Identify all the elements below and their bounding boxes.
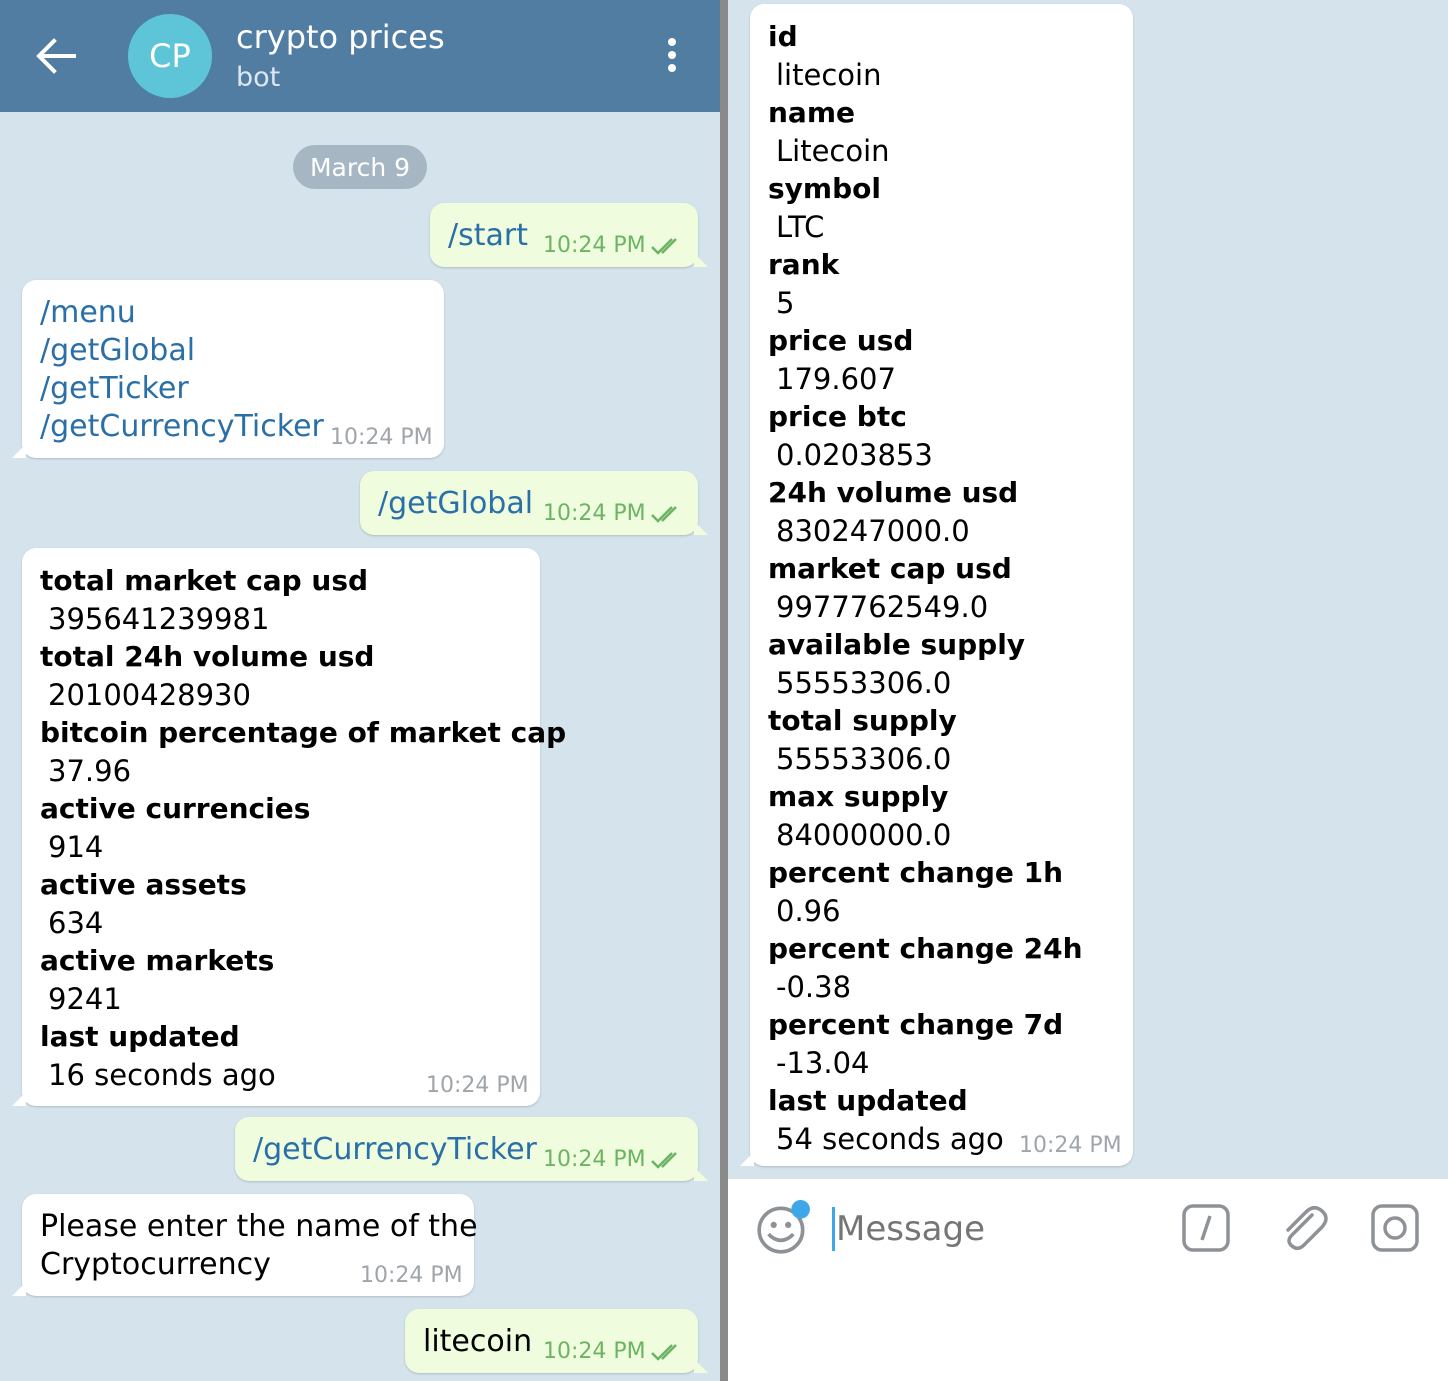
field-value: -0.38 bbox=[776, 970, 852, 1004]
date-divider: March 9 bbox=[293, 145, 427, 189]
field-value: LTC bbox=[776, 210, 825, 244]
field-value: 55553306.0 bbox=[776, 666, 952, 700]
field-label: 24h volume usd bbox=[768, 476, 1019, 509]
field-value: 179.607 bbox=[776, 362, 896, 396]
command-link[interactable]: /getCurrencyTicker bbox=[40, 408, 324, 446]
message-input[interactable] bbox=[836, 1203, 1136, 1255]
message-time: 10:24 PM bbox=[543, 1339, 646, 1364]
field-value: 37.96 bbox=[48, 754, 132, 788]
field-value: 914 bbox=[48, 830, 104, 864]
incoming-message-global-stats: total market cap usd 395641239981 total … bbox=[12, 548, 566, 1106]
field-value: 395641239981 bbox=[48, 602, 270, 636]
message-time: 10:24 PM bbox=[1019, 1133, 1122, 1158]
incoming-message-menu: /menu /getGlobal /getTicker /getCurrency… bbox=[12, 280, 444, 458]
field-label: last updated bbox=[768, 1084, 968, 1117]
field-value: litecoin bbox=[776, 58, 882, 92]
incoming-message-ticker: id litecoin name Litecoin symbol LTC ran… bbox=[740, 4, 1133, 1166]
field-label: id bbox=[768, 20, 798, 53]
field-label: market cap usd bbox=[768, 552, 1012, 585]
chat-panel-left: CP crypto prices bot March 9 /start 10:2… bbox=[0, 0, 720, 1381]
field-value: 830247000.0 bbox=[776, 514, 970, 548]
command-link[interactable]: /menu bbox=[40, 294, 136, 332]
chat-header: CP crypto prices bot bbox=[0, 0, 720, 112]
message-text: Please enter the name of the bbox=[40, 1209, 478, 1244]
arrow-left-icon[interactable] bbox=[34, 36, 78, 76]
panel-divider bbox=[720, 0, 728, 1381]
paperclip-icon[interactable] bbox=[1278, 1203, 1328, 1253]
command-link[interactable]: /getGlobal bbox=[378, 485, 533, 523]
field-label: max supply bbox=[768, 780, 949, 813]
double-check-icon bbox=[651, 238, 677, 255]
field-value: Litecoin bbox=[776, 134, 890, 168]
vertical-dots-icon[interactable] bbox=[664, 38, 680, 76]
message-text: Cryptocurrency bbox=[40, 1247, 271, 1282]
incoming-message-prompt: Please enter the name of the Cryptocurre… bbox=[12, 1194, 478, 1296]
message-time: 10:24 PM bbox=[360, 1263, 463, 1288]
field-label: price btc bbox=[768, 400, 907, 433]
field-label: active currencies bbox=[40, 792, 311, 825]
field-value: 84000000.0 bbox=[776, 818, 952, 852]
camera-icon[interactable] bbox=[1370, 1203, 1420, 1253]
message-composer bbox=[728, 1178, 1448, 1381]
field-value: 5 bbox=[776, 286, 795, 320]
avatar[interactable]: CP bbox=[128, 14, 212, 98]
field-label: symbol bbox=[768, 172, 881, 205]
field-label: percent change 7d bbox=[768, 1008, 1064, 1041]
slash-command-icon[interactable] bbox=[1181, 1203, 1231, 1253]
message-time: 10:24 PM bbox=[543, 501, 646, 526]
field-label: total supply bbox=[768, 704, 957, 737]
field-label: available supply bbox=[768, 628, 1026, 661]
outgoing-message-getglobal[interactable]: /getGlobal 10:24 PM bbox=[360, 471, 708, 535]
double-check-icon bbox=[651, 1152, 677, 1169]
command-link[interactable]: /getGlobal bbox=[40, 332, 195, 370]
outgoing-message-start[interactable]: /start 10:24 PM bbox=[430, 203, 708, 267]
command-link[interactable]: /getTicker bbox=[40, 370, 189, 408]
chat-title[interactable]: crypto prices bbox=[236, 18, 445, 56]
message-text: litecoin bbox=[423, 1324, 533, 1359]
field-value: -13.04 bbox=[776, 1046, 870, 1080]
field-label: total 24h volume usd bbox=[40, 640, 375, 673]
message-time: 10:24 PM bbox=[543, 1147, 646, 1172]
chat-panel-right: id litecoin name Litecoin symbol LTC ran… bbox=[728, 0, 1448, 1381]
message-time: 10:24 PM bbox=[426, 1073, 529, 1098]
field-value: 20100428930 bbox=[48, 678, 251, 712]
field-label: active assets bbox=[40, 868, 247, 901]
double-check-icon bbox=[651, 1344, 677, 1361]
message-time: 10:24 PM bbox=[543, 233, 646, 258]
message-time: 10:24 PM bbox=[330, 425, 433, 450]
field-label: active markets bbox=[40, 944, 275, 977]
command-link[interactable]: /getCurrencyTicker bbox=[253, 1131, 537, 1169]
field-label: last updated bbox=[40, 1020, 240, 1053]
command-link[interactable]: /start bbox=[448, 217, 528, 255]
field-value: 9977762549.0 bbox=[776, 590, 989, 624]
field-value: 0.0203853 bbox=[776, 438, 933, 472]
field-value: 634 bbox=[48, 906, 104, 940]
field-value: 9241 bbox=[48, 982, 122, 1016]
field-label: percent change 24h bbox=[768, 932, 1083, 965]
field-value: 0.96 bbox=[776, 894, 841, 928]
outgoing-message-litecoin[interactable]: litecoin 10:24 PM bbox=[405, 1309, 708, 1373]
double-check-icon bbox=[651, 506, 677, 523]
field-label: rank bbox=[768, 248, 840, 281]
outgoing-message-getcurrencyticker[interactable]: /getCurrencyTicker 10:24 PM bbox=[235, 1117, 708, 1181]
chat-subtitle: bot bbox=[236, 62, 281, 93]
field-label: percent change 1h bbox=[768, 856, 1064, 889]
smiley-icon[interactable] bbox=[754, 1199, 812, 1257]
field-label: price usd bbox=[768, 324, 914, 357]
field-label: name bbox=[768, 96, 855, 129]
field-label: total market cap usd bbox=[40, 564, 369, 597]
field-value: 55553306.0 bbox=[776, 742, 952, 776]
field-label: bitcoin percentage of market cap bbox=[40, 716, 567, 749]
text-cursor bbox=[832, 1207, 835, 1251]
